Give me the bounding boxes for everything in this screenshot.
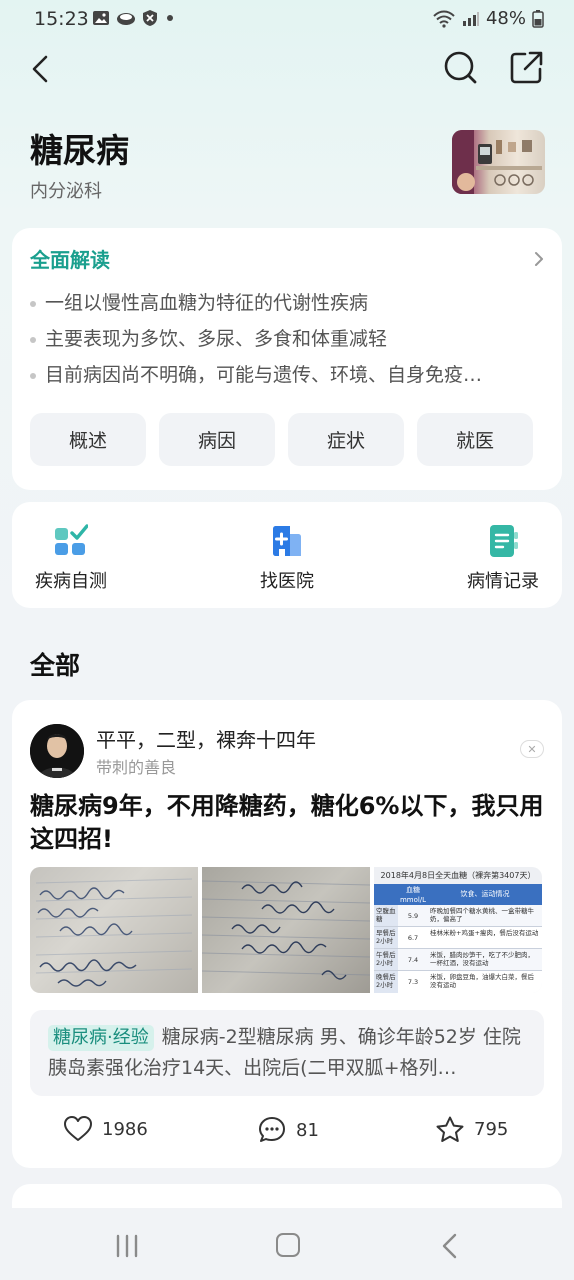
post-excerpt: 糖尿病·经验 糖尿病-2型糖尿病 男、确诊年龄52岁 住院胰岛素强化治疗14天、出… (48, 1022, 532, 1084)
cloud-icon (117, 13, 135, 25)
status-time: 15:23 (34, 8, 89, 30)
tag-symptom-button[interactable]: 症状 (288, 413, 404, 466)
hospital-icon (273, 526, 301, 556)
excerpt-tag[interactable]: 糖尿病·经验 (48, 1025, 154, 1051)
share-icon (510, 51, 543, 84)
post-image-handwritten-notes[interactable] (30, 867, 198, 993)
glucose-table-cell: 米饭，卵盘豆角，油爆大白菜，餐后没有运动 (430, 973, 534, 989)
battery-icon (532, 9, 544, 28)
dot-icon (167, 15, 173, 21)
summary-bullet: 主要表现为多饮、多尿、多食和体重减轻 (30, 324, 545, 360)
home-button[interactable] (276, 1233, 300, 1257)
glucose-table-header: 血糖 mmol/L 饮食、运动情况 (374, 884, 542, 905)
back-arrow-icon (32, 55, 48, 83)
heart-icon (64, 1116, 92, 1141)
comment-count: 81 (296, 1119, 319, 1141)
share-button[interactable] (506, 48, 546, 88)
tool-label: 找医院 (260, 571, 314, 592)
tool-label: 病情记录 (467, 571, 539, 592)
glucose-table-row: 空腹血糖 5.9 昨晚加餐四个糖水黄桃、一盒带糖牛奶，偏高了 (374, 905, 542, 927)
summary-title[interactable]: 全面解读 (30, 244, 110, 273)
summary-card: 全面解读 一组以慢性高血糖为特征的代谢性疾病 主要表现为多饮、多尿、多食和体重减… (12, 228, 562, 490)
glucose-table-header-cell: 饮食、运动情况 (460, 890, 510, 898)
glucose-table-cell: 7.4 (407, 956, 419, 964)
summary-tag-row: 概述 病因 症状 就医 (30, 413, 533, 466)
tool-self-test[interactable]: 疾病自测 (6, 524, 136, 593)
like-button[interactable]: 1986 (64, 1116, 148, 1142)
disease-video-thumbnail[interactable] (452, 130, 545, 194)
dismiss-button[interactable]: ✕ (520, 740, 544, 758)
glucose-table-cell: 5.9 (407, 912, 419, 920)
glucose-table-cell: 米饭，腊肉炒笋干，吃了不少肥肉，一杯红酒，没有运动 (430, 951, 534, 967)
comment-icon (259, 1117, 285, 1142)
summary-bullet: 目前病因尚不明确，可能与遗传、环境、自身免疫… (30, 360, 545, 396)
post-images: 2018年4月8日全天血糖（裸奔第3407天） 血糖 mmol/L 饮食、运动情… (30, 867, 542, 993)
record-icon (490, 525, 518, 557)
status-icons-right: 48% (432, 8, 544, 29)
thumbnail-image (452, 130, 542, 194)
post-card[interactable]: 平平，二型，裸奔十四年 带刺的善良 ✕ 糖尿病9年，不用降糖药，糖化6%以下，我… (12, 700, 562, 1168)
tool-health-record[interactable]: 病情记录 (438, 524, 568, 593)
author-name[interactable]: 平平，二型，裸奔十四年 (96, 724, 316, 753)
star-icon (436, 1116, 464, 1142)
tool-find-hospital[interactable]: 找医院 (222, 524, 352, 593)
shield-icon (143, 10, 157, 26)
tools-card: 疾病自测 找医院 病情记录 (12, 502, 562, 608)
recents-icon (116, 1234, 138, 1258)
summary-bullet-list: 一组以慢性高血糖为特征的代谢性疾病 主要表现为多饮、多尿、多食和体重减轻 目前病… (30, 288, 545, 396)
glucose-table-header-cell: 血糖 mmol/L (399, 886, 427, 904)
like-count: 1986 (102, 1118, 148, 1140)
page-title: 糖尿病 (30, 131, 129, 170)
favorite-button[interactable]: 795 (436, 1116, 508, 1143)
favorite-count: 795 (474, 1119, 509, 1140)
signal-icon (462, 11, 479, 26)
post-image-handwritten-notes[interactable] (201, 867, 371, 993)
system-back-button[interactable] (440, 1232, 460, 1264)
glucose-table-row: 晚餐后2小时 7.3 米饭，卵盘豆角，油爆大白菜，餐后没有运动 (374, 971, 542, 993)
summary-bullet: 一组以慢性高血糖为特征的代谢性疾病 (30, 288, 545, 324)
wifi-icon (433, 10, 455, 28)
summary-more-button[interactable] (532, 248, 546, 270)
post-title[interactable]: 糖尿病9年，不用降糖药，糖化6%以下，我只用这四招! (30, 790, 548, 856)
glucose-table-title: 2018年4月8日全天血糖（裸奔第3407天） (380, 871, 536, 880)
department-label: 内分泌科 (30, 181, 102, 202)
handwriting-scribbles (201, 880, 371, 980)
back-button[interactable] (26, 50, 58, 90)
search-button[interactable] (440, 48, 480, 88)
author-subtitle: 带刺的善良 (96, 758, 177, 777)
comment-button[interactable]: 81 (258, 1116, 319, 1144)
self-test-icon (55, 524, 88, 555)
status-icons-left (92, 9, 176, 27)
tag-treatment-button[interactable]: 就医 (417, 413, 533, 466)
glucose-table-cell: 晚餐后2小时 (374, 971, 398, 993)
tool-label: 疾病自测 (35, 571, 107, 592)
section-heading-all: 全部 (30, 651, 81, 680)
tag-overview-button[interactable]: 概述 (30, 413, 146, 466)
avatar-image (30, 724, 84, 778)
glucose-table-cell: 午餐后2小时 (374, 949, 398, 970)
glucose-table-row: 午餐后2小时 7.4 米饭，腊肉炒笋干，吃了不少肥肉，一杯红酒，没有运动 (374, 949, 542, 971)
recents-button[interactable] (114, 1234, 140, 1262)
nav-back-icon (442, 1233, 457, 1259)
chevron-right-icon (535, 252, 543, 266)
glucose-table-cell: 7.3 (407, 978, 419, 986)
gallery-icon (93, 11, 109, 25)
glucose-table-row: 早餐后2小时 6.7 桂林米粉+鸡蛋+瘦肉，餐后没有运动 (374, 927, 542, 949)
glucose-table-cell: 6.7 (407, 934, 419, 942)
tag-cause-button[interactable]: 病因 (159, 413, 275, 466)
glucose-table-cell: 早餐后2小时 (374, 927, 398, 948)
glucose-table-cell: 空腹血糖 (374, 905, 398, 926)
glucose-table-cell: 昨晚加餐四个糖水黄桃、一盒带糖牛奶，偏高了 (430, 907, 534, 923)
handwriting-scribbles (35, 878, 193, 987)
close-icon: ✕ (527, 742, 537, 756)
avatar[interactable] (30, 724, 84, 778)
post-image-glucose-table[interactable]: 2018年4月8日全天血糖（裸奔第3407天） 血糖 mmol/L 饮食、运动情… (374, 867, 542, 993)
glucose-table-cell: 桂林米粉+鸡蛋+瘦肉，餐后没有运动 (430, 929, 539, 937)
battery-percent: 48% (485, 8, 526, 29)
post-excerpt-box[interactable]: 糖尿病·经验 糖尿病-2型糖尿病 男、确诊年龄52岁 住院胰岛素强化治疗14天、出… (30, 1010, 544, 1096)
search-icon (444, 51, 477, 84)
